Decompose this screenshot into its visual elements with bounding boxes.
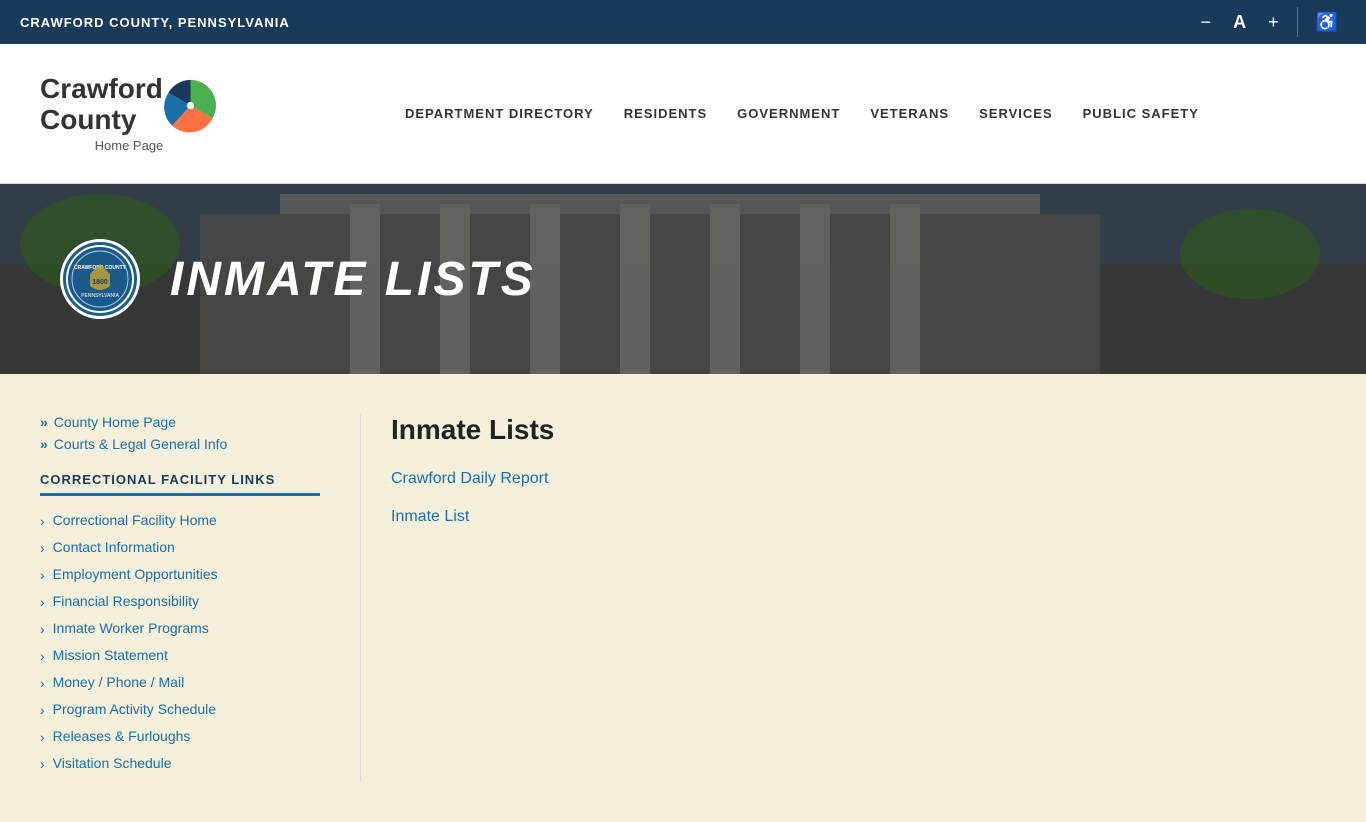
sidebar-link-visitation[interactable]: Visitation Schedule: [53, 755, 172, 771]
sidebar-link-contact[interactable]: Contact Information: [53, 539, 175, 555]
sidebar-link-mission[interactable]: Mission Statement: [53, 647, 168, 663]
breadcrumb-arrow-1: »: [40, 414, 48, 430]
top-bar: CRAWFORD COUNTY, PENNSYLVANIA − A + ♿: [0, 0, 1366, 44]
logo-line2: County: [40, 104, 136, 135]
nav-government[interactable]: GOVERNMENT: [737, 106, 840, 121]
logo-container: Crawford County: [40, 74, 218, 136]
list-item[interactable]: › Contact Information: [40, 539, 320, 556]
chevron-icon: ›: [40, 513, 45, 529]
hero-content: CRAWFORD COUNTY PENNSYLVANIA 1800 INMATE…: [60, 239, 536, 319]
nav-dept-directory[interactable]: DEPARTMENT DIRECTORY: [405, 106, 594, 121]
list-item[interactable]: › Releases & Furloughs: [40, 728, 320, 745]
list-item[interactable]: › Mission Statement: [40, 647, 320, 664]
breadcrumb-courts[interactable]: » Courts & Legal General Info: [40, 436, 320, 452]
breadcrumb-county-home[interactable]: » County Home Page: [40, 414, 320, 430]
sidebar-links-list: › Correctional Facility Home › Contact I…: [40, 512, 320, 772]
divider: [1297, 7, 1298, 37]
chevron-icon: ›: [40, 729, 45, 745]
seal-icon: CRAWFORD COUNTY PENNSYLVANIA 1800: [65, 244, 135, 314]
breadcrumb-arrow-2: »: [40, 436, 48, 452]
list-item[interactable]: › Financial Responsibility: [40, 593, 320, 610]
nav-veterans[interactable]: VETERANS: [870, 106, 949, 121]
main-header: Crawford County Home Page DEPARTMENT DIR…: [0, 44, 1366, 184]
logo-line1: Crawford: [40, 73, 163, 104]
sidebar-link-employment[interactable]: Employment Opportunities: [53, 566, 218, 582]
content-area: » County Home Page » Courts & Legal Gene…: [0, 374, 1366, 822]
sidebar-link-correctional-home[interactable]: Correctional Facility Home: [53, 512, 217, 528]
sidebar-link-inmate-worker[interactable]: Inmate Worker Programs: [53, 620, 209, 636]
main-navigation: DEPARTMENT DIRECTORY RESIDENTS GOVERNMEN…: [278, 106, 1326, 121]
decrease-font-button[interactable]: −: [1193, 9, 1220, 35]
chevron-icon: ›: [40, 675, 45, 691]
accessibility-tools: − A + ♿: [1193, 7, 1346, 37]
inmate-list-link[interactable]: Inmate List: [391, 508, 1326, 526]
crawford-daily-report-link[interactable]: Crawford Daily Report: [391, 470, 1326, 488]
breadcrumb-nav: » County Home Page » Courts & Legal Gene…: [40, 414, 320, 452]
main-content: Inmate Lists Crawford Daily Report Inmat…: [360, 414, 1326, 782]
svg-text:PENNSYLVANIA: PENNSYLVANIA: [81, 293, 119, 299]
county-seal: CRAWFORD COUNTY PENNSYLVANIA 1800: [60, 239, 140, 319]
logo-link[interactable]: Crawford County Home Page: [40, 74, 218, 153]
chevron-icon: ›: [40, 621, 45, 637]
breadcrumb-courts-label: Courts & Legal General Info: [54, 436, 228, 452]
font-label: A: [1225, 9, 1254, 35]
accessibility-button[interactable]: ♿: [1308, 9, 1346, 35]
nav-services[interactable]: SERVICES: [979, 106, 1053, 121]
sidebar-link-money[interactable]: Money / Phone / Mail: [53, 674, 185, 690]
svg-text:1800: 1800: [92, 279, 108, 286]
chevron-icon: ›: [40, 648, 45, 664]
nav-public-safety[interactable]: PUBLIC SAFETY: [1083, 106, 1199, 121]
chevron-icon: ›: [40, 594, 45, 610]
page-title: Inmate Lists: [391, 414, 1326, 446]
list-item[interactable]: › Program Activity Schedule: [40, 701, 320, 718]
list-item[interactable]: › Employment Opportunities: [40, 566, 320, 583]
list-item[interactable]: › Correctional Facility Home: [40, 512, 320, 529]
logo-pie-icon: [163, 78, 218, 133]
chevron-icon: ›: [40, 567, 45, 583]
increase-font-button[interactable]: +: [1260, 9, 1287, 35]
list-item[interactable]: › Visitation Schedule: [40, 755, 320, 772]
logo-text: Crawford County: [40, 74, 163, 136]
sidebar: » County Home Page » Courts & Legal Gene…: [40, 414, 360, 782]
chevron-icon: ›: [40, 702, 45, 718]
county-title: CRAWFORD COUNTY, PENNSYLVANIA: [20, 15, 290, 30]
list-item[interactable]: › Inmate Worker Programs: [40, 620, 320, 637]
sidebar-section-title: CORRECTIONAL FACILITY LINKS: [40, 472, 320, 496]
list-item[interactable]: › Money / Phone / Mail: [40, 674, 320, 691]
logo-subtitle: Home Page: [95, 138, 164, 153]
chevron-icon: ›: [40, 756, 45, 772]
hero-title: INMATE LISTS: [170, 252, 536, 307]
sidebar-link-financial[interactable]: Financial Responsibility: [53, 593, 199, 609]
hero-banner: CRAWFORD COUNTY PENNSYLVANIA 1800 INMATE…: [0, 184, 1366, 374]
nav-residents[interactable]: RESIDENTS: [624, 106, 707, 121]
sidebar-link-releases[interactable]: Releases & Furloughs: [53, 728, 191, 744]
breadcrumb-county-home-label: County Home Page: [54, 414, 176, 430]
sidebar-link-program[interactable]: Program Activity Schedule: [53, 701, 216, 717]
chevron-icon: ›: [40, 540, 45, 556]
